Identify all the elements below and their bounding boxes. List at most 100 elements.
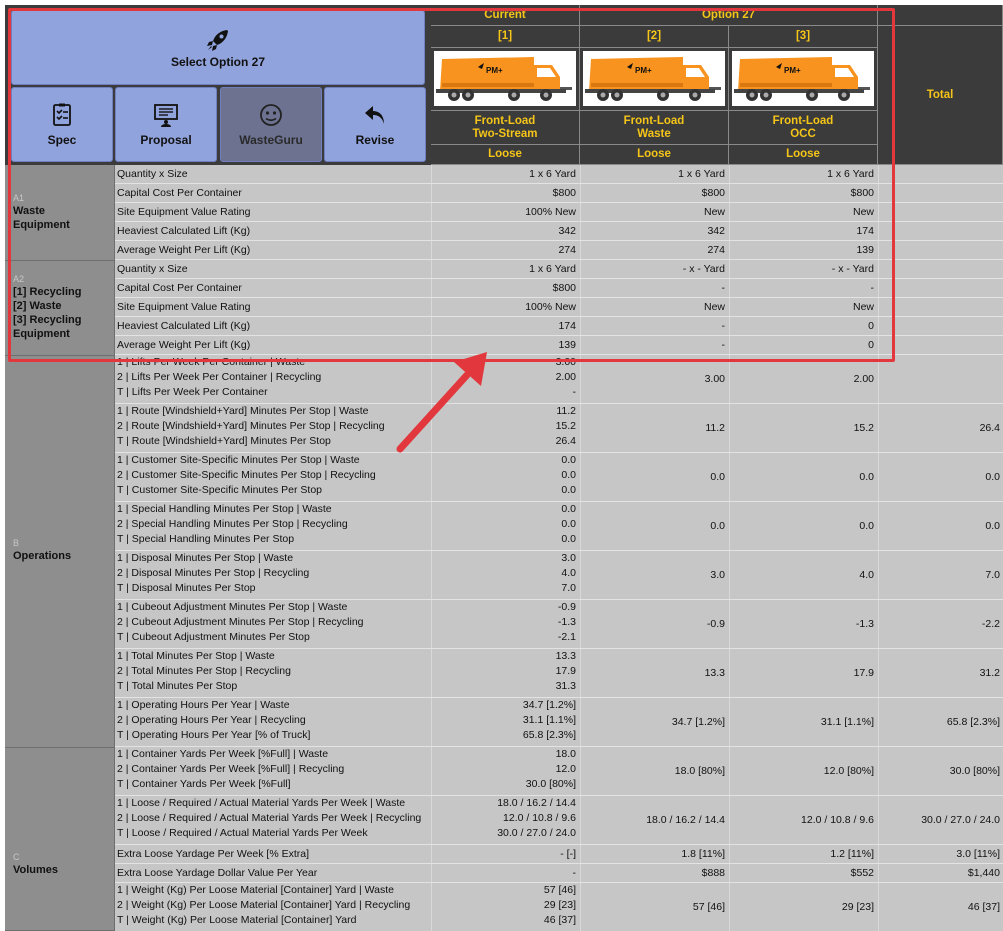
service-type: Front-Load Two-Stream: [431, 111, 580, 145]
truck-cell: PM+: [431, 48, 580, 111]
table-row: Heaviest Calculated Lift (Kg) 174 - 0: [115, 317, 1003, 336]
current-value-line: 139: [558, 339, 576, 351]
current-value: 34.7 [1.2%] 31.1 [1.1%] 65.8 [2.3%]: [431, 698, 579, 743]
row-label-line: T | Route [Windshield+Yard] Minutes Per …: [117, 435, 331, 447]
total-value: 0.0: [985, 471, 1000, 483]
current-value-line: 15.2: [555, 420, 576, 432]
truck-cell: PM+: [580, 48, 729, 111]
option-3-value: 174: [856, 225, 874, 237]
current-value-line: 2.00: [555, 371, 576, 383]
current-header: Current: [431, 5, 580, 26]
total-value: -2.2: [981, 618, 1000, 630]
option-2-value: - x - Yard: [682, 263, 725, 275]
wasteguru-label: WasteGuru: [239, 132, 303, 147]
row-label-line: Heaviest Calculated Lift (Kg): [117, 320, 251, 332]
section-name-line: Equipment: [13, 328, 70, 340]
section-name: Operations: [13, 549, 71, 563]
row-label-line: 1 | Loose / Required / Actual Material Y…: [117, 797, 406, 809]
row-label-line: Average Weight Per Lift (Kg): [117, 339, 251, 351]
row-label-line: 1 | Weight (Kg) Per Loose Material [Cont…: [117, 884, 395, 896]
current-value-line: 1 x 6 Yard: [529, 168, 576, 180]
current-value-line: 26.4: [555, 435, 576, 447]
option-3-value: 17.9: [853, 667, 874, 679]
total-value: 31.2: [979, 667, 1000, 679]
current-value-line: 34.7 [1.2%]: [522, 699, 576, 711]
current-value-line: 0.0: [561, 503, 576, 515]
wasteguru-button[interactable]: WasteGuru: [220, 87, 322, 162]
current-value: 18.0 12.0 30.0 [80%]: [431, 747, 579, 792]
current-value-line: 65.8 [2.3%]: [522, 729, 576, 741]
row-label: Site Equipment Value Rating: [117, 205, 431, 220]
total-value: [878, 281, 1003, 296]
option-3-value: -: [870, 282, 875, 294]
total-value: 3.0 [11%]: [956, 848, 1000, 860]
option-3-value: New: [852, 301, 874, 313]
row-label-line: Average Weight Per Lift (Kg): [117, 244, 251, 256]
current-value-line: 13.3: [555, 650, 576, 662]
column-index: [3]: [729, 26, 878, 48]
truck-logo-text: PM+: [635, 66, 652, 75]
option-2-value: -0.9: [706, 618, 725, 630]
total-value: [878, 372, 1003, 387]
option-2-value: -: [721, 339, 726, 351]
row-label-line: 1 | Lifts Per Week Per Container | Waste: [117, 356, 306, 368]
option-2-value: $888: [701, 867, 725, 879]
table-row: Quantity x Size 1 x 6 Yard 1 x 6 Yard 1 x 6…: [115, 165, 1003, 184]
current-value: $800: [431, 281, 579, 296]
proposal-button[interactable]: Proposal: [115, 87, 217, 162]
spec-button[interactable]: Spec: [11, 87, 113, 162]
table-row: 1 | Special Handling Minutes Per Stop | …: [115, 502, 1003, 551]
material-type: Loose: [580, 145, 729, 165]
row-label: Capital Cost Per Container: [117, 186, 431, 201]
row-label-line: 2 | Cubeout Adjustment Minutes Per Stop …: [117, 616, 364, 628]
select-option-label: Select Option 27: [170, 54, 266, 69]
current-value: 274: [431, 243, 579, 258]
section-name-line: [2] Waste: [13, 300, 62, 312]
current-value: 139: [431, 338, 579, 353]
current-value-line: 342: [558, 225, 576, 237]
option-3-value: 31.1 [1.1%]: [820, 716, 874, 728]
table-row: Site Equipment Value Rating 100% New New Ne…: [115, 298, 1003, 317]
option-3-value: 12.0 / 10.8 / 9.6: [801, 814, 874, 826]
option-3-value: 0: [868, 320, 874, 332]
current-value-line: 7.0: [561, 582, 576, 594]
current-value: 100% New: [431, 300, 579, 315]
section-code: A2: [13, 274, 25, 284]
current-value-line: -0.9: [557, 601, 576, 613]
row-label-line: Quantity x Size: [117, 263, 188, 275]
current-value-line: 1 x 6 Yard: [529, 263, 576, 275]
table-row: 1 | Lifts Per Week Per Container | Waste…: [115, 355, 1003, 404]
row-label-line: T | Loose / Required / Actual Material Y…: [117, 827, 368, 839]
section-name-line: Volumes: [13, 864, 59, 876]
select-option-button[interactable]: Select Option 27: [11, 10, 425, 85]
current-value-line: $800: [552, 187, 576, 199]
truck-cell: PM+: [729, 48, 878, 111]
garbage-truck-icon: PM+: [436, 57, 572, 101]
row-label-line: T | Lifts Per Week Per Container: [117, 386, 268, 398]
row-label-line: 2 | Container Yards Per Week [%Full] | R…: [117, 763, 345, 775]
current-value-line: 3.0: [561, 552, 576, 564]
rocket-icon: [207, 29, 228, 51]
total-value: 7.0: [985, 569, 1000, 581]
revise-label: Revise: [355, 132, 395, 147]
option-3-value: $552: [850, 867, 874, 879]
option-2-value: 34.7 [1.2%]: [671, 716, 725, 728]
row-label-line: Capital Cost Per Container: [117, 187, 242, 199]
current-value: 3.0 4.0 7.0: [431, 551, 579, 596]
service-line2: Waste: [637, 127, 671, 140]
current-value-line: 0.0: [561, 533, 576, 545]
service-line1: Front-Load: [772, 114, 834, 127]
row-label: Heaviest Calculated Lift (Kg): [117, 224, 431, 239]
row-label: 1 | Disposal Minutes Per Stop | Waste 2 |…: [117, 551, 431, 596]
current-value-line: -: [572, 386, 577, 398]
option-3-value: 0: [868, 339, 874, 351]
option-2-value: 18.0 / 16.2 / 14.4: [646, 814, 725, 826]
row-label: 1 | Route [Windshield+Yard] Minutes Per …: [117, 404, 431, 449]
table-row: 1 | Total Minutes Per Stop | Waste 2 | To…: [115, 649, 1003, 698]
total-value: [878, 338, 1003, 353]
row-label-line: T | Disposal Minutes Per Stop: [117, 582, 256, 594]
row-label-line: 2 | Disposal Minutes Per Stop | Recyclin…: [117, 567, 310, 579]
row-label-line: 2 | Operating Hours Per Year | Recycling: [117, 714, 306, 726]
revise-button[interactable]: Revise: [324, 87, 426, 162]
current-value-line: 30.0 [80%]: [525, 778, 576, 790]
